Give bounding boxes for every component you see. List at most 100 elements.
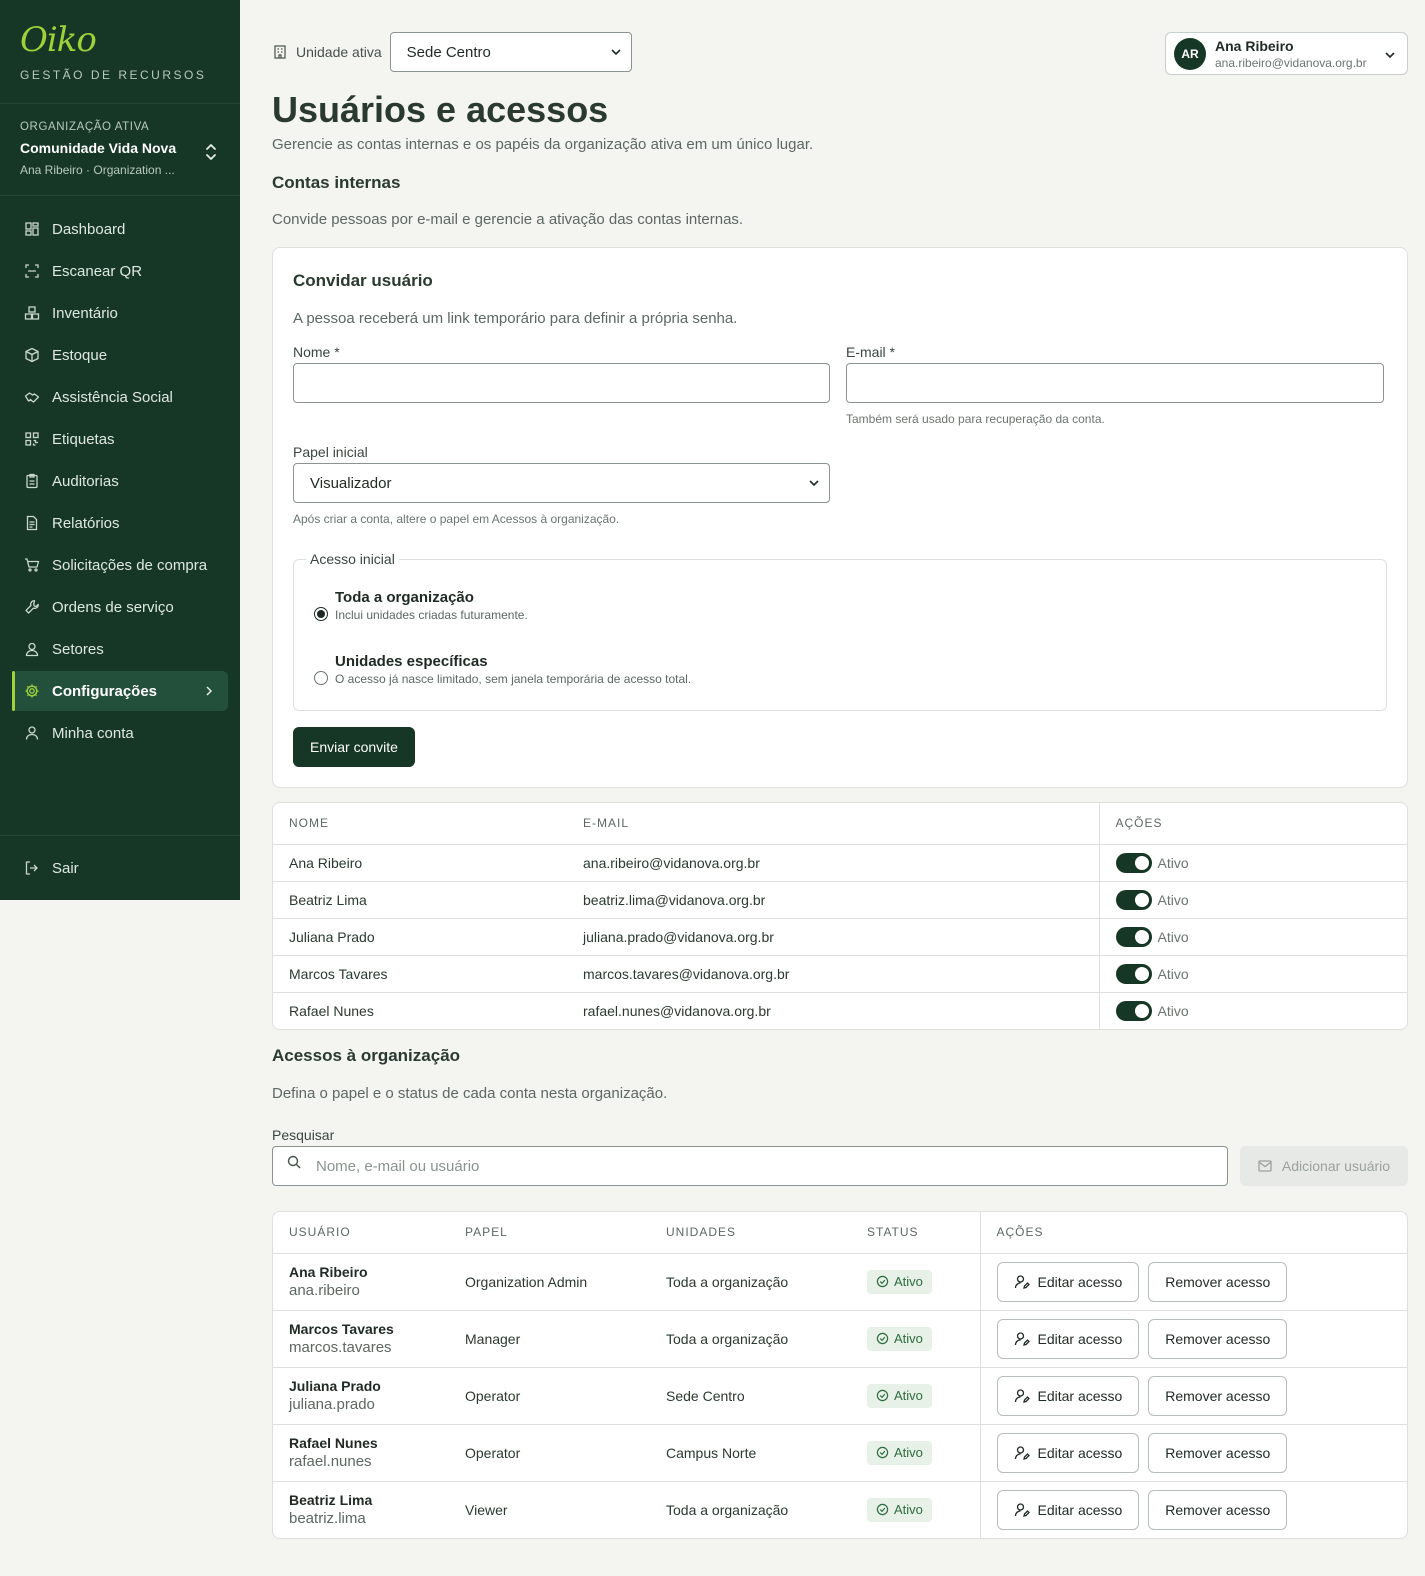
- active-unit-bar: Unidade ativa Sede Centro: [272, 32, 632, 72]
- remove-access-button[interactable]: Remover acesso: [1148, 1261, 1288, 1302]
- user-name: Juliana Prado: [289, 1378, 381, 1394]
- package-icon: [25, 347, 39, 363]
- edit-access-button[interactable]: Editar acesso: [996, 1318, 1140, 1359]
- active-toggle[interactable]: [1115, 1000, 1152, 1021]
- table-header: NOME E-MAIL AÇÕES: [273, 803, 1407, 845]
- radio-whole-org[interactable]: [314, 607, 328, 621]
- cell-status: Ativo: [851, 1367, 980, 1425]
- col-status: STATUS: [851, 1212, 980, 1254]
- remove-access-button[interactable]: Remover acesso: [1148, 1375, 1288, 1416]
- cell-role: Operator: [449, 1367, 650, 1425]
- sidebar: Oiko GESTÃO DE RECURSOS ORGANIZAÇÃO ATIV…: [0, 0, 240, 900]
- main-content: Usuários e acessos Gerencie as contas in…: [272, 88, 1408, 1539]
- cell-units: Sede Centro: [650, 1367, 851, 1425]
- search-label: Pesquisar: [272, 1127, 335, 1143]
- remove-access-button[interactable]: Remover acesso: [1148, 1432, 1288, 1473]
- toggle-label: Ativo: [1157, 891, 1189, 908]
- option-whole-org[interactable]: Toda a organização Inclui unidades criad…: [314, 589, 528, 622]
- org-switcher[interactable]: ORGANIZAÇÃO ATIVA Comunidade Vida Nova A…: [0, 104, 240, 196]
- edit-access-button[interactable]: Editar acesso: [996, 1489, 1140, 1530]
- logout-button[interactable]: Sair: [12, 848, 228, 888]
- toggle-label: Ativo: [1157, 1002, 1189, 1019]
- sidebar-item-service-orders[interactable]: Ordens de serviço: [12, 587, 228, 627]
- edit-access-button[interactable]: Editar acesso: [996, 1432, 1140, 1473]
- initial-access-legend: Acesso inicial: [310, 551, 395, 567]
- cell-user: Juliana Prado juliana.prado: [273, 1367, 449, 1425]
- active-toggle[interactable]: [1115, 852, 1152, 873]
- email-hint: Também será usado para recuperação da co…: [846, 412, 1105, 426]
- sidebar-item-my-account[interactable]: Minha conta: [12, 713, 228, 753]
- sidebar-item-settings[interactable]: Configurações: [12, 671, 228, 711]
- cell-name: Rafael Nunes: [289, 1002, 374, 1019]
- option-specific-units-sub: O acesso já nasce limitado, sem janela t…: [335, 672, 692, 686]
- cell-user: Ana Ribeiro ana.ribeiro: [273, 1253, 449, 1311]
- table-row: Ana Ribeiro ana.ribeiro Organization Admi…: [273, 1253, 1407, 1311]
- cell-name: Juliana Prado: [273, 918, 567, 956]
- cell-actions: Ativo: [1098, 955, 1407, 993]
- active-unit-select[interactable]: Sede Centro: [389, 32, 632, 72]
- name-label: Nome *: [293, 344, 340, 360]
- edit-access-button[interactable]: Editar acesso: [996, 1375, 1140, 1416]
- email-field[interactable]: [846, 363, 1384, 403]
- cell-status: Ativo: [851, 1310, 980, 1368]
- user-login: juliana.prado: [289, 1396, 375, 1413]
- logo[interactable]: Oiko: [20, 22, 220, 58]
- cell-actions: Ativo: [1098, 881, 1407, 919]
- user-edit-icon: [1014, 1388, 1030, 1403]
- role-select[interactable]: Visualizador: [293, 463, 830, 503]
- add-user-button[interactable]: Adicionar usuário: [1240, 1146, 1408, 1186]
- active-toggle[interactable]: [1115, 926, 1152, 947]
- table-row: Juliana Prado juliana.prado Operator Sede…: [273, 1367, 1407, 1425]
- user-edit-icon: [1014, 1503, 1030, 1517]
- sidebar-item-stock[interactable]: Estoque: [12, 335, 228, 375]
- chevron-down-icon: [1385, 52, 1395, 59]
- cell-actions: Editar acesso Remover acesso: [979, 1310, 1407, 1368]
- name-field[interactable]: [293, 363, 830, 403]
- check-circle-icon: [876, 1446, 889, 1459]
- cell-status: Ativo: [851, 1424, 980, 1482]
- radio-specific-units[interactable]: [314, 671, 328, 685]
- table-row: Ana Ribeiro ana.ribeiro@vidanova.org.br …: [273, 844, 1407, 882]
- sidebar-item-sectors[interactable]: Setores: [12, 629, 228, 669]
- user-name: Ana Ribeiro: [289, 1264, 368, 1280]
- scan-icon: [25, 264, 39, 278]
- remove-access-button[interactable]: Remover acesso: [1148, 1489, 1288, 1530]
- user-icon: [25, 726, 39, 740]
- chevron-up-down-icon[interactable]: [204, 142, 218, 162]
- search-icon: [287, 1155, 301, 1169]
- initial-access-group: Acesso inicial Toda a organização Inclui…: [293, 551, 1387, 711]
- cell-name: Marcos Tavares: [273, 955, 567, 993]
- sidebar-item-labels[interactable]: Etiquetas: [12, 419, 228, 459]
- sidebar-item-dashboard[interactable]: Dashboard: [12, 209, 228, 249]
- check-circle-icon: [876, 1275, 889, 1288]
- sidebar-item-social-assistance[interactable]: Assistência Social: [12, 377, 228, 417]
- user-login: ana.ribeiro: [289, 1282, 360, 1299]
- sidebar-item-reports[interactable]: Relatórios: [12, 503, 228, 543]
- remove-access-button[interactable]: Remover acesso: [1148, 1318, 1288, 1359]
- active-unit-value: Sede Centro: [406, 43, 491, 61]
- user-email: ana.ribeiro@vidanova.org.br: [1215, 55, 1367, 70]
- option-specific-units[interactable]: Unidades específicas O acesso já nasce l…: [314, 653, 691, 686]
- search-input[interactable]: Nome, e-mail ou usuário: [272, 1146, 1228, 1186]
- sidebar-item-audits[interactable]: Auditorias: [12, 461, 228, 501]
- user-edit-icon: [1014, 1274, 1030, 1289]
- avatar: AR: [1174, 37, 1206, 70]
- sidebar-item-purchase-requests[interactable]: Solicitações de compra: [12, 545, 228, 585]
- email-label: E-mail *: [846, 344, 896, 360]
- cell-user: Beatriz Lima beatriz.lima: [273, 1481, 449, 1538]
- send-invite-button[interactable]: Enviar convite: [293, 727, 415, 767]
- qr-code-icon: [25, 432, 39, 446]
- table-header: USUÁRIO PAPEL UNIDADES STATUS AÇÕES: [273, 1212, 1407, 1254]
- active-toggle[interactable]: [1115, 963, 1152, 984]
- sidebar-item-label: Assistência Social: [52, 388, 173, 406]
- edit-access-button[interactable]: Editar acesso: [996, 1261, 1140, 1302]
- sidebar-item-scan-qr[interactable]: Escanear QR: [12, 251, 228, 291]
- sidebar-item-label: Etiquetas: [52, 430, 115, 448]
- col-user: USUÁRIO: [273, 1212, 449, 1254]
- sidebar-item-label: Escanear QR: [52, 262, 143, 280]
- sidebar-item-inventory[interactable]: Inventário: [12, 293, 228, 333]
- active-toggle[interactable]: [1115, 889, 1152, 910]
- user-login: beatriz.lima: [289, 1510, 366, 1528]
- internal-accounts-desc: Convide pessoas por e-mail e gerencie a …: [272, 211, 744, 228]
- user-menu[interactable]: AR Ana Ribeiro ana.ribeiro@vidanova.org.…: [1165, 32, 1408, 75]
